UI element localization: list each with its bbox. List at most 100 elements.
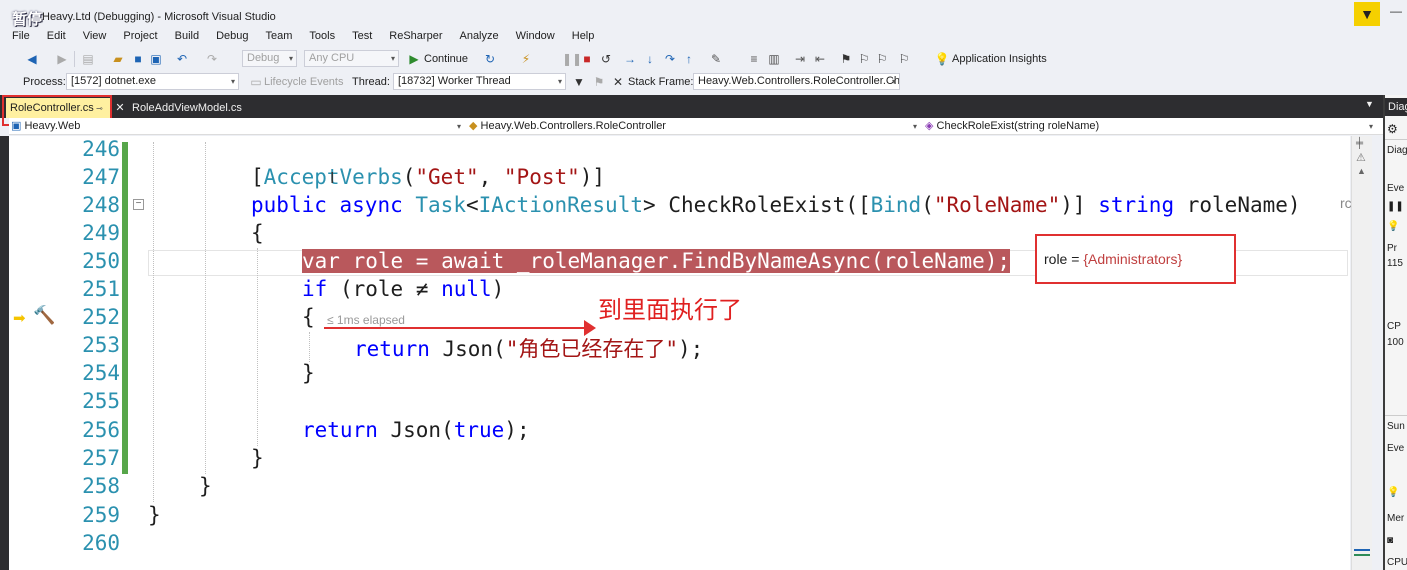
indent-icon[interactable]: ⇥ [792, 51, 808, 67]
menu-window[interactable]: Window [516, 30, 555, 46]
configuration-select[interactable]: Debug ▾ [242, 50, 297, 67]
panel-item: Mer [1387, 513, 1405, 524]
menu-project[interactable]: Project [123, 30, 157, 46]
standard-toolbar: ◀ ▶ ▤ ▰ ■ ▣ ↶ ↷ Debug ▾ Any CPU ▾ ▶ Contin… [0, 48, 1407, 70]
step-into-icon[interactable]: ↓ [642, 51, 658, 67]
perf-tip-elapsed[interactable]: ≤ 1ms elapsed [327, 313, 405, 327]
forward-icon[interactable]: ▶ [54, 51, 70, 67]
thread-label: Thread: [352, 76, 390, 88]
collapse-icon[interactable]: − [133, 199, 144, 210]
menu-team[interactable]: Team [266, 30, 293, 46]
restart-icon[interactable]: ↺ [598, 51, 614, 67]
menu-view[interactable]: View [83, 30, 107, 46]
menu-build[interactable]: Build [175, 30, 199, 46]
pause-icon[interactable]: ❚❚ [1387, 201, 1404, 212]
menu-tools[interactable]: Tools [309, 30, 335, 46]
filter-icon[interactable]: ▼ [1354, 2, 1380, 26]
show-next-statement-icon[interactable]: → [622, 51, 638, 67]
line-number: 254 [82, 361, 120, 385]
window-title: Heavy.Ltd (Debugging) - Microsoft Visual… [42, 11, 276, 23]
redo-icon[interactable]: ↷ [204, 51, 220, 67]
bookmark-prev-icon[interactable]: ⚐ [856, 51, 872, 67]
minimize-icon[interactable]: — [1390, 4, 1402, 18]
code-line-254: } [302, 361, 315, 385]
overflow-text: rc [1340, 195, 1352, 211]
panel-item: CP [1387, 321, 1401, 332]
stack-frame-select[interactable]: Heavy.Web.Controllers.RoleController.Che… [693, 73, 900, 90]
code-line-249: { [251, 221, 264, 245]
thread-select[interactable]: [18732] Worker Thread ▾ [393, 73, 566, 90]
panel-item: Eve [1387, 183, 1405, 194]
bookmark-next-icon[interactable]: ⚐ [874, 51, 890, 67]
divider [1385, 415, 1407, 416]
align-icon[interactable]: ≡ [746, 51, 762, 67]
refresh-icon[interactable]: ↻ [482, 51, 498, 67]
code-line-248: public async Task<IActionResult> CheckRo… [251, 193, 1301, 217]
bookmark-clear-icon[interactable]: ⚐ [896, 51, 912, 67]
show-threads-icon[interactable]: ✕ [610, 74, 626, 90]
continue-button[interactable]: Continue [424, 53, 468, 65]
gear-icon[interactable]: ⚙ [1387, 122, 1398, 136]
process-select[interactable]: [1572] dotnet.exe ▾ [66, 73, 239, 90]
navigation-bar: ▣ Heavy.Web ▾ ◆ Heavy.Web.Controllers.Rol… [9, 118, 1383, 135]
line-number: 251 [82, 277, 120, 301]
close-icon[interactable]: ✕ [113, 98, 127, 118]
step-out-icon[interactable]: ↑ [681, 51, 697, 67]
back-icon[interactable]: ◀ [24, 51, 40, 67]
datatip[interactable]: role = {Administrators} [1044, 251, 1182, 267]
change-tracking-bar [122, 142, 128, 474]
vertical-scrollbar[interactable] [1351, 136, 1372, 570]
undo-icon[interactable]: ↶ [174, 51, 190, 67]
text-cursor-icon: I [330, 170, 335, 187]
line-number: 259 [82, 503, 120, 527]
insights-icon: 💡 [1387, 487, 1400, 498]
annotation-arrow [324, 327, 588, 329]
save-all-icon[interactable]: ▣ [148, 51, 164, 67]
open-file-icon[interactable]: ▰ [110, 51, 126, 67]
tab-roleaddviewmodel[interactable]: RoleAddViewModel.cs [128, 98, 248, 118]
outdent-icon[interactable]: ⇤ [812, 51, 828, 67]
line-number: 248 [82, 193, 120, 217]
code-line-258: } [199, 474, 212, 498]
line-number: 250 [82, 249, 120, 273]
menu-help[interactable]: Help [572, 30, 595, 46]
split-icon[interactable]: ╪ [1356, 138, 1363, 149]
editor-left-edge [0, 136, 9, 570]
browser-link-icon[interactable]: ⚡ [518, 51, 534, 67]
member-select[interactable]: ◈ CheckRoleExist(string roleName) ▾ [925, 119, 1375, 134]
diagnostics-icon[interactable]: ✎ [708, 51, 724, 67]
step-over-icon[interactable]: ↷ [662, 51, 678, 67]
continue-icon[interactable]: ▶ [406, 51, 422, 67]
bookmark-icon[interactable]: ⚑ [838, 51, 854, 67]
menu-test[interactable]: Test [352, 30, 372, 46]
save-icon[interactable]: ■ [130, 51, 146, 67]
line-number: 249 [82, 221, 120, 245]
break-all-icon[interactable]: ❚❚ [562, 51, 582, 67]
camera-icon[interactable]: ◙ [1387, 535, 1393, 546]
code-line-257: } [251, 446, 264, 470]
panel-item: Sun [1387, 421, 1405, 432]
toolbar-separator [74, 51, 75, 67]
pause-badge: 暂停 [12, 11, 43, 28]
scroll-up-icon[interactable]: ▲ [1357, 166, 1366, 176]
columns-icon[interactable]: ▥ [766, 51, 782, 67]
project-select[interactable]: ▣ Heavy.Web ▾ [11, 119, 463, 134]
menu-debug[interactable]: Debug [216, 30, 248, 46]
class-select[interactable]: ◆ Heavy.Web.Controllers.RoleController ▾ [469, 119, 919, 134]
quick-action-hammer-icon[interactable]: 🔨 [33, 305, 55, 326]
flag-thread-icon[interactable]: ⚑ [591, 74, 607, 90]
menu-file[interactable]: File [12, 30, 30, 46]
lifecycle-events-button[interactable]: Lifecycle Events [264, 76, 343, 88]
annotation-text: 到里面执行了 [598, 296, 742, 324]
stop-icon[interactable]: ■ [579, 51, 595, 67]
menu-edit[interactable]: Edit [47, 30, 66, 46]
menu-resharper[interactable]: ReSharper [389, 30, 442, 46]
application-insights-button[interactable]: Application Insights [952, 53, 1047, 65]
new-project-icon[interactable]: ▤ [80, 51, 96, 67]
platform-select[interactable]: Any CPU ▾ [304, 50, 399, 67]
code-line-256: return Json(true); [302, 418, 530, 442]
filter-threads-icon[interactable]: ▼ [571, 74, 587, 90]
menu-analyze[interactable]: Analyze [459, 30, 498, 46]
tab-list-chevron-down-icon[interactable]: ▼ [1365, 99, 1374, 109]
application-insights-icon[interactable]: 💡 [934, 51, 950, 67]
